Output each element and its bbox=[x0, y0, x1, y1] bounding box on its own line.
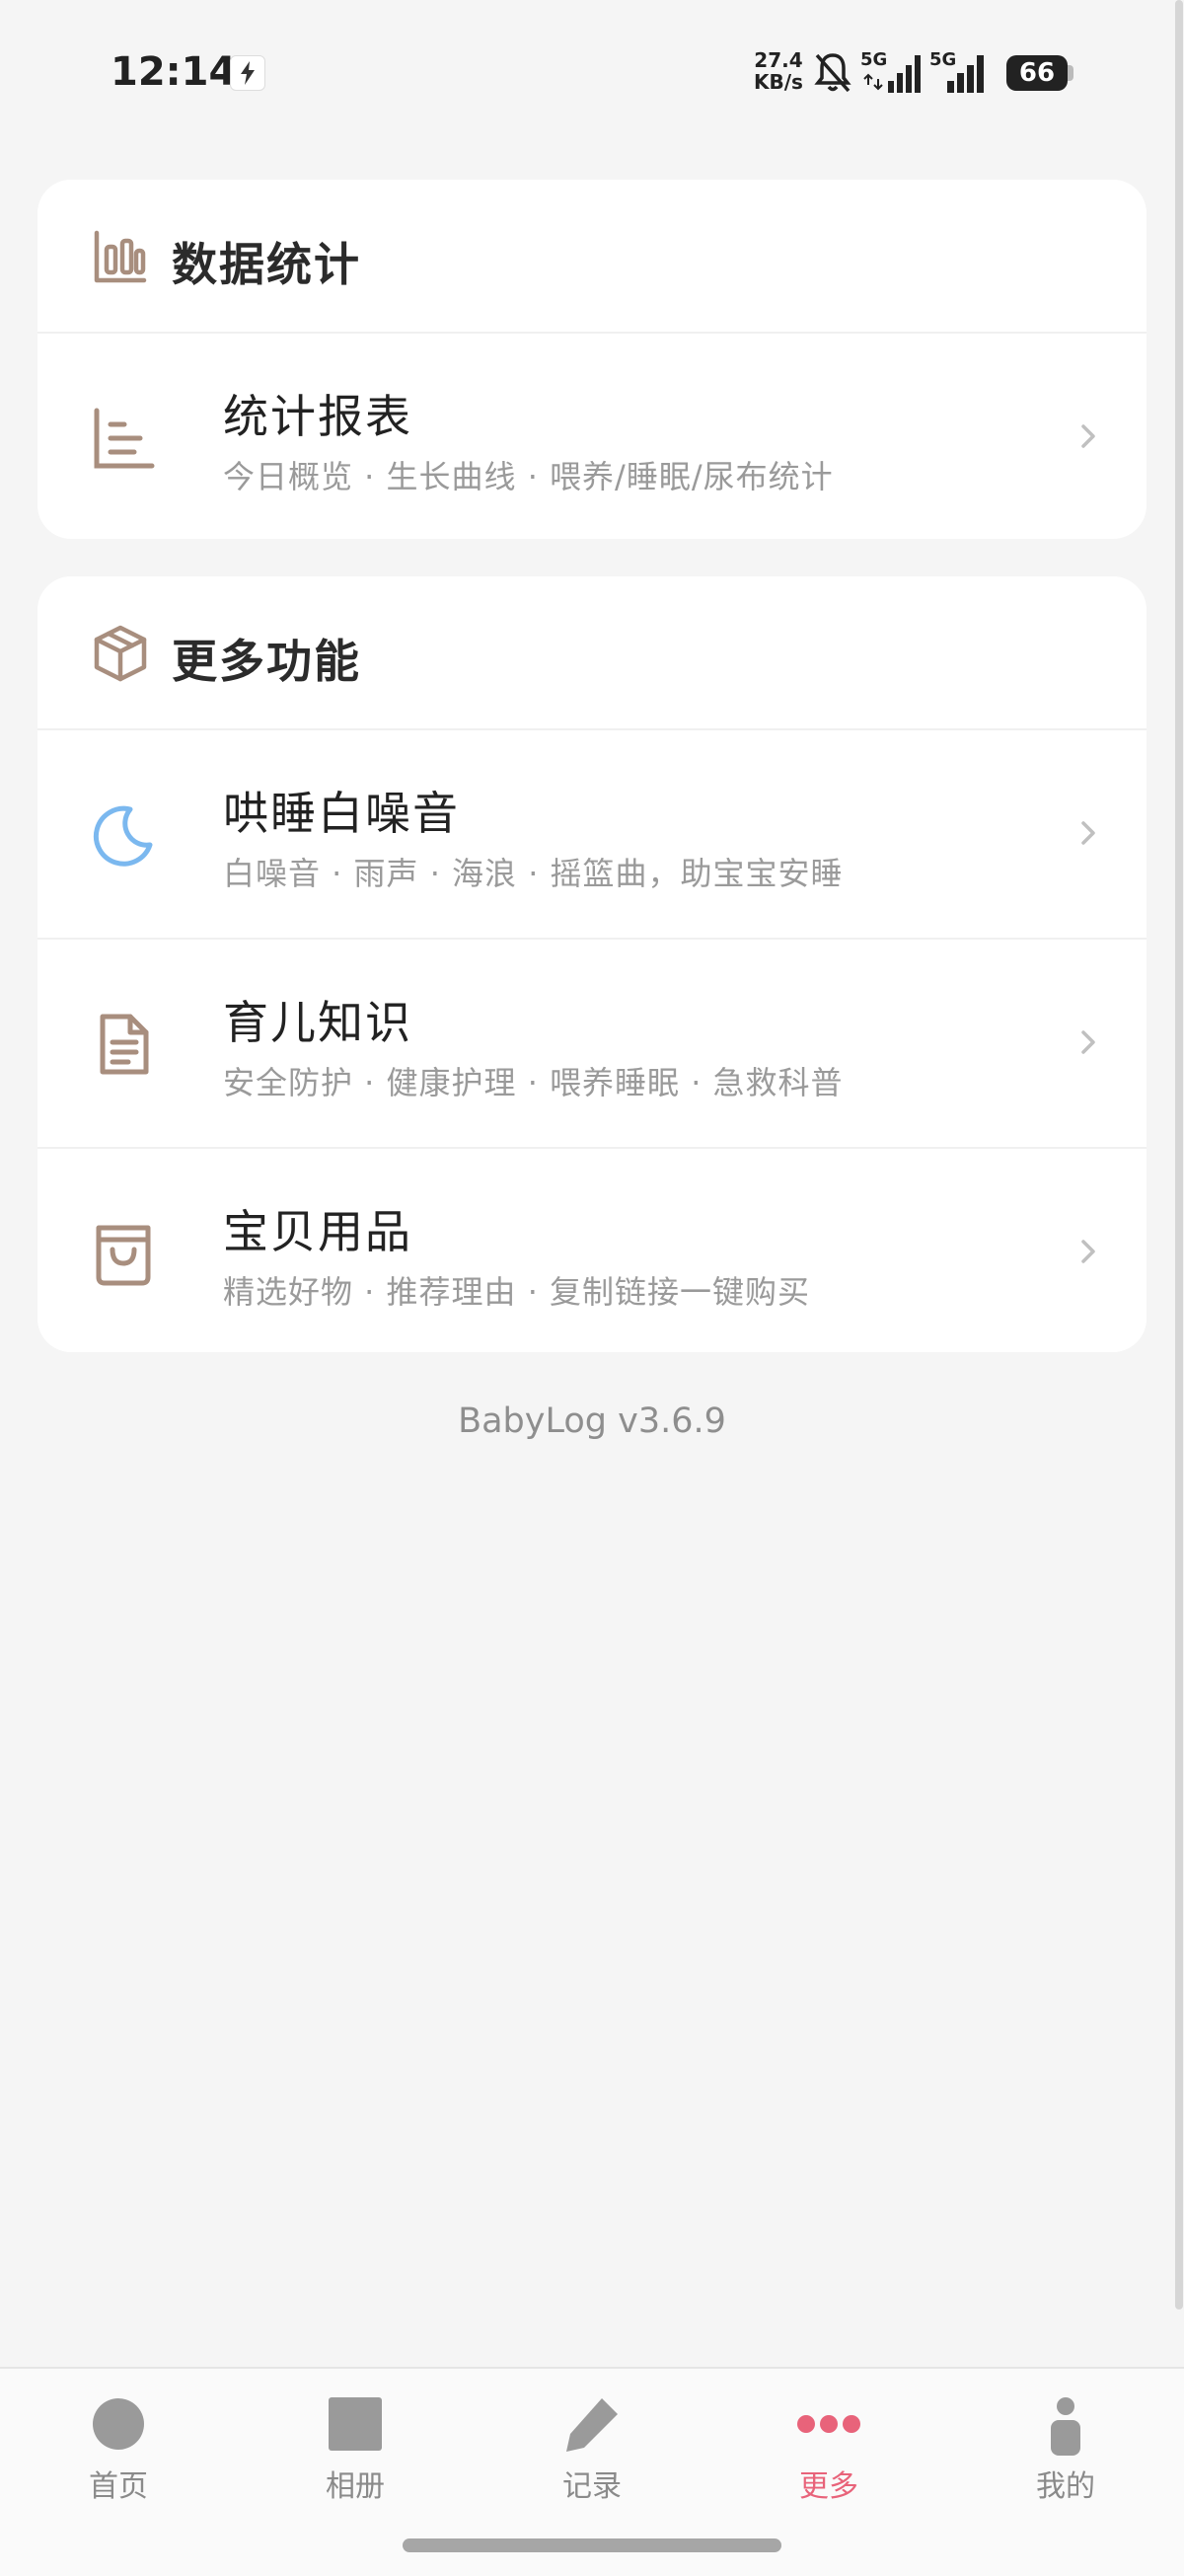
moon-icon bbox=[93, 805, 153, 867]
tab-label: 相册 bbox=[326, 2469, 385, 2504]
battery-tip bbox=[1068, 65, 1073, 81]
chevron-right-icon bbox=[1081, 424, 1095, 448]
person-icon bbox=[997, 2394, 1135, 2458]
tab-label: 我的 bbox=[1036, 2469, 1095, 2504]
menu-item-baby-products[interactable]: 宝贝用品 精选好物 · 推荐理由 · 复制链接一键购买 bbox=[37, 1149, 1147, 1352]
stats-card-title: 数据统计 bbox=[172, 238, 361, 291]
bar-chart-icon bbox=[94, 230, 147, 283]
app-version: BabyLog v3.6.9 bbox=[458, 1402, 726, 1441]
tab-label: 更多 bbox=[799, 2469, 858, 2504]
menu-item-title: 统计报表 bbox=[223, 390, 412, 443]
status-bar: 12:14 27.4 KB/s 5G 5G 66 bbox=[0, 0, 1184, 148]
menu-item-subtitle: 精选好物 · 推荐理由 · 复制链接一键购买 bbox=[223, 1273, 811, 1311]
battery-indicator: 66 bbox=[1006, 55, 1068, 91]
flash-notification-icon bbox=[230, 55, 265, 91]
report-chart-icon bbox=[94, 408, 155, 469]
menu-item-statistics-report[interactable]: 统计报表 今日概览 · 生长曲线 · 喂养/睡眠/尿布统计 bbox=[37, 334, 1147, 539]
tab-more[interactable]: 更多 bbox=[760, 2394, 898, 2513]
menu-item-white-noise[interactable]: 哄睡白噪音 白噪音 · 雨声 · 海浪 · 摇篮曲，助宝宝安睡 bbox=[37, 730, 1147, 940]
menu-item-subtitle: 白噪音 · 雨声 · 海浪 · 摇篮曲，助宝宝安睡 bbox=[223, 855, 844, 892]
home-circle-icon bbox=[49, 2394, 187, 2458]
document-icon bbox=[100, 1014, 149, 1075]
tab-album[interactable]: 相册 bbox=[286, 2394, 424, 2513]
scrollbar[interactable] bbox=[1175, 0, 1183, 2310]
box-icon bbox=[94, 625, 147, 682]
menu-item-parenting-knowledge[interactable]: 育儿知识 安全防护 · 健康护理 · 喂养睡眠 · 急救科普 bbox=[37, 940, 1147, 1149]
menu-item-title: 宝贝用品 bbox=[223, 1205, 412, 1258]
pencil-icon bbox=[523, 2394, 661, 2458]
mute-bell-icon bbox=[814, 53, 851, 93]
more-card-header: 更多功能 bbox=[37, 576, 1147, 730]
chevron-right-icon bbox=[1081, 821, 1095, 845]
menu-item-title: 哄睡白噪音 bbox=[223, 787, 460, 840]
signal-5g-1: 5G bbox=[860, 49, 922, 99]
tab-home[interactable]: 首页 bbox=[49, 2394, 187, 2513]
album-square-icon bbox=[286, 2394, 424, 2458]
stats-card-header: 数据统计 bbox=[37, 180, 1147, 334]
menu-item-subtitle: 今日概览 · 生长曲线 · 喂养/睡眠/尿布统计 bbox=[223, 458, 834, 495]
chevron-right-icon bbox=[1081, 1240, 1095, 1263]
more-features-card: 更多功能 哄睡白噪音 白噪音 · 雨声 · 海浪 · 摇篮曲，助宝宝安睡 育儿知… bbox=[37, 576, 1147, 1352]
signal-5g-2: 5G bbox=[929, 49, 993, 99]
tab-record[interactable]: 记录 bbox=[523, 2394, 661, 2513]
clock: 12:14 bbox=[111, 49, 237, 95]
more-card-title: 更多功能 bbox=[172, 635, 361, 688]
tab-label: 首页 bbox=[89, 2469, 148, 2504]
menu-item-title: 育儿知识 bbox=[223, 996, 412, 1049]
stats-card: 数据统计 统计报表 今日概览 · 生长曲线 · 喂养/睡眠/尿布统计 bbox=[37, 180, 1147, 539]
shopping-bag-icon bbox=[96, 1225, 151, 1286]
home-indicator[interactable] bbox=[403, 2538, 781, 2552]
menu-item-subtitle: 安全防护 · 健康护理 · 喂养睡眠 · 急救科普 bbox=[223, 1064, 844, 1101]
chevron-right-icon bbox=[1081, 1030, 1095, 1054]
tab-profile[interactable]: 我的 bbox=[997, 2394, 1135, 2513]
tab-label: 记录 bbox=[562, 2469, 622, 2504]
more-dots-icon bbox=[760, 2394, 898, 2458]
network-speed: 27.4 KB/s bbox=[754, 48, 803, 94]
